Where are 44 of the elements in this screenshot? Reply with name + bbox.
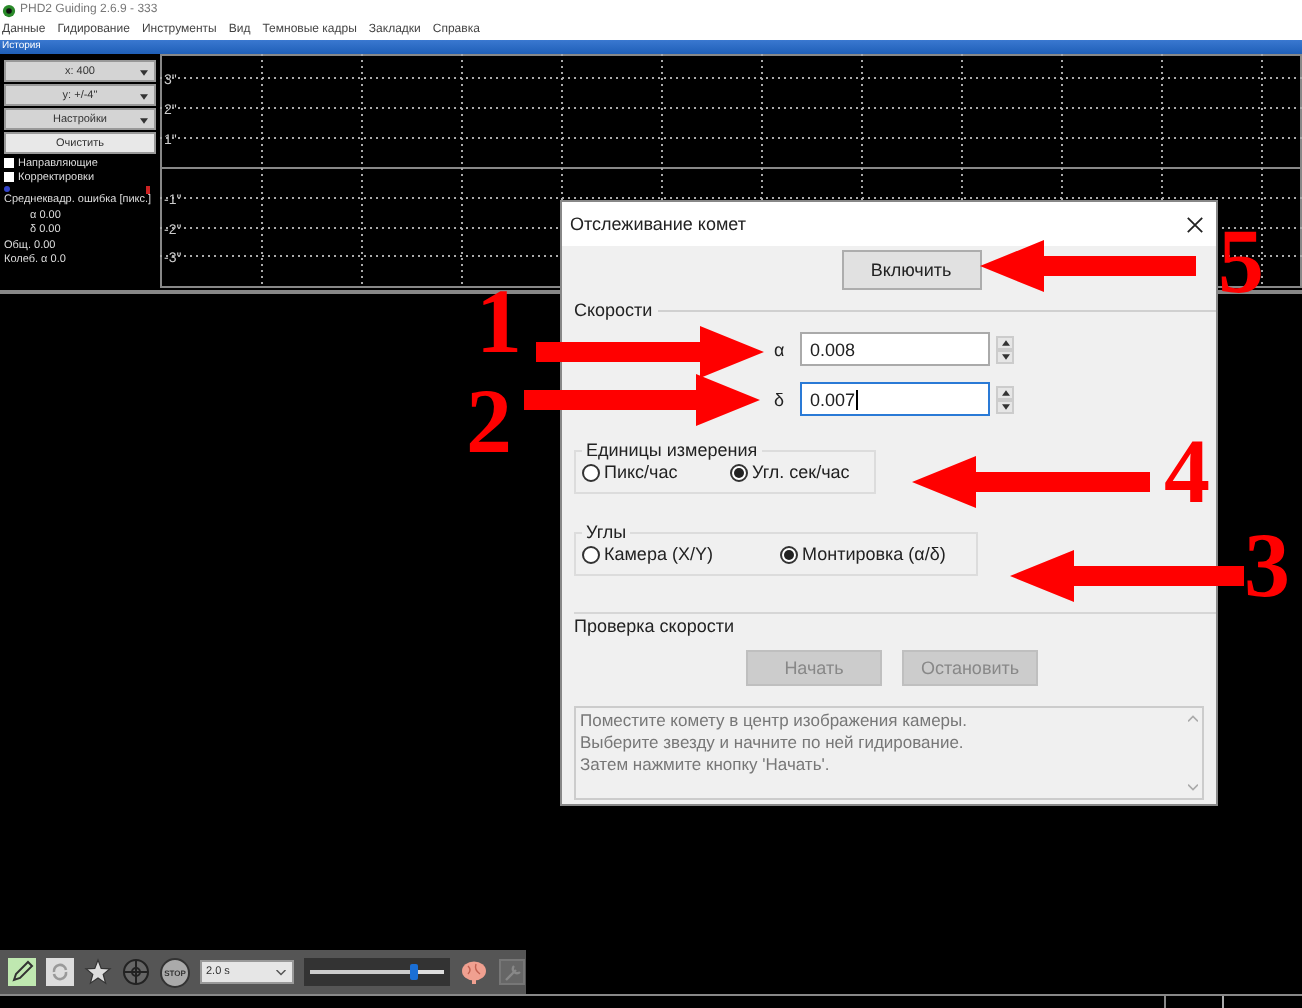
input-field[interactable]: 0.007 — [800, 382, 990, 416]
input-field[interactable]: 0.008 — [800, 332, 990, 366]
dialog-title: Отслеживание комет — [570, 214, 746, 234]
marker-icon — [146, 185, 150, 193]
group-title: Единицы измерения — [584, 440, 760, 460]
checkbox[interactable] — [4, 172, 14, 182]
callout-number: 1 — [476, 276, 522, 368]
group-title: Углы — [584, 522, 629, 542]
pencil-icon[interactable] — [8, 958, 36, 986]
callout-number: 2 — [466, 376, 512, 468]
caret-icon — [140, 70, 148, 76]
dot-icon — [4, 186, 10, 192]
enable-button[interactable]: Включить — [841, 250, 981, 290]
callout-number: 5 — [1218, 216, 1264, 308]
tool-icon[interactable] — [498, 958, 526, 986]
radio-option[interactable]: Камера (X/Y) — [582, 544, 780, 564]
up-arrow-icon — [1001, 389, 1009, 395]
callout-number: 3 — [1244, 520, 1290, 612]
scroll-up-icon[interactable] — [1187, 714, 1197, 722]
radio-option[interactable]: Пикс/час — [582, 462, 730, 482]
caret-icon — [140, 118, 148, 124]
spin-up-button[interactable] — [996, 335, 1014, 349]
caret-icon — [276, 970, 286, 976]
brain-icon[interactable] — [460, 958, 488, 986]
close-icon[interactable] — [1186, 215, 1204, 233]
caret-icon — [140, 94, 148, 100]
up-arrow-icon — [1001, 339, 1009, 345]
star-icon[interactable] — [84, 958, 112, 986]
hint-text: Поместите комету в центр изображения камеры. Выберите звезду и начните по ней гидирование. Затем нажмите кнопку 'Начать'. — [578, 708, 969, 778]
rate-label: α — [774, 339, 787, 359]
radio-option[interactable]: Монтировка (α/δ) — [780, 544, 946, 564]
section-label: Проверка скорости — [572, 616, 737, 636]
app-icon — [2, 3, 16, 17]
callout-number: 4 — [1164, 426, 1210, 518]
crosshair-icon[interactable] — [122, 958, 150, 986]
spin-up-button[interactable] — [996, 385, 1014, 399]
checkbox[interactable] — [4, 158, 14, 168]
section-label: Скорости — [574, 300, 653, 320]
refresh-icon[interactable] — [46, 958, 74, 986]
down-arrow-icon — [1001, 353, 1009, 359]
rate-label: δ — [774, 389, 787, 409]
down-arrow-icon — [1001, 403, 1009, 409]
scroll-down-icon[interactable] — [1187, 784, 1197, 792]
radio-option[interactable]: Угл. сек/час — [730, 462, 850, 482]
